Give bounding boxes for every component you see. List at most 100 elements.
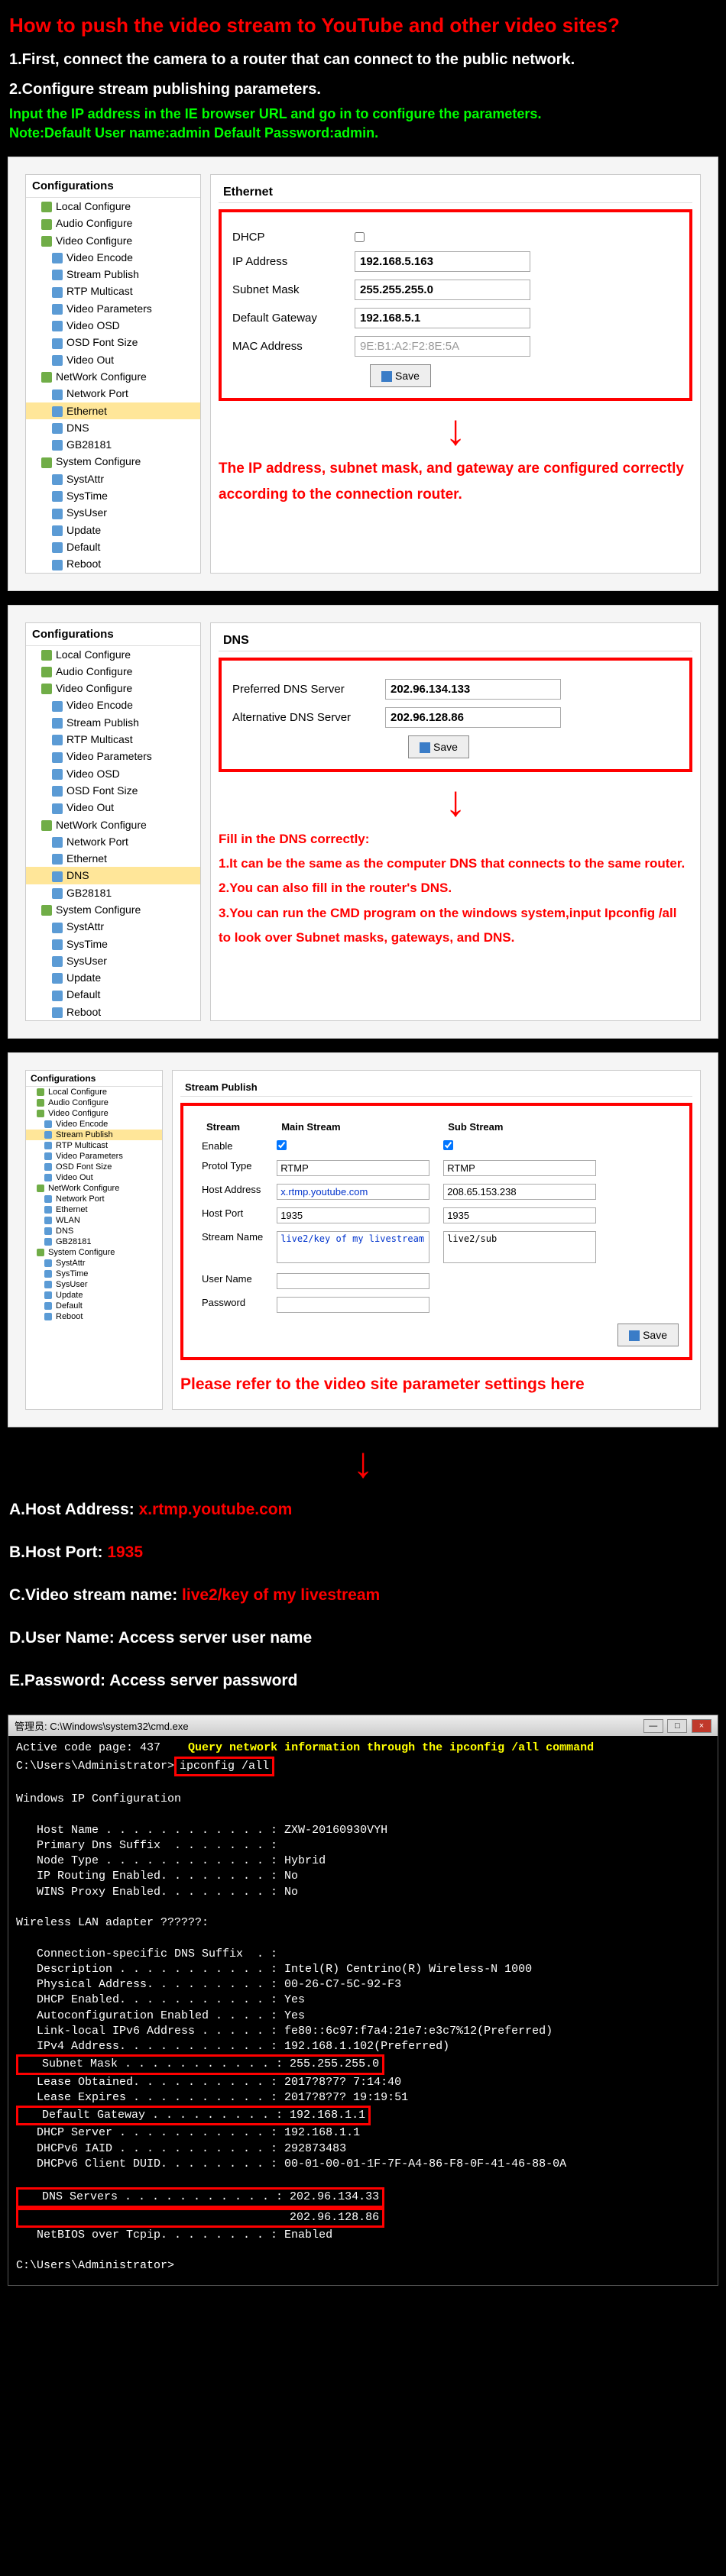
- tree-stream-publish[interactable]: Stream Publish: [26, 714, 200, 731]
- row-sname: Stream Name: [196, 1228, 269, 1269]
- pdns-input[interactable]: [385, 679, 561, 700]
- tree-audio[interactable]: Audio Configure: [26, 215, 200, 231]
- tree-reboot[interactable]: Reboot: [26, 1311, 162, 1322]
- tree-systime[interactable]: SysTime: [26, 1269, 162, 1279]
- tree-network[interactable]: NetWork Configure: [26, 816, 200, 833]
- step-2: 2.Configure stream publishing parameters…: [0, 75, 726, 105]
- tree-video-encode[interactable]: Video Encode: [26, 697, 200, 713]
- tree-local[interactable]: Local Configure: [26, 198, 200, 215]
- dhcp-checkbox[interactable]: [355, 232, 365, 242]
- ethernet-form: Ethernet DHCP IP Address Subnet Mask Def…: [210, 174, 701, 574]
- tree-video-osd[interactable]: Video OSD: [26, 317, 200, 334]
- tree-network[interactable]: NetWork Configure: [26, 368, 200, 385]
- tree-sysuser[interactable]: SysUser: [26, 504, 200, 521]
- stream-publish-form: Stream Publish StreamMain StreamSub Stre…: [172, 1070, 701, 1410]
- tree-video-out[interactable]: Video Out: [26, 351, 200, 368]
- tree-update[interactable]: Update: [26, 1290, 162, 1301]
- enable-sub-checkbox[interactable]: [443, 1140, 453, 1150]
- tree-video-params[interactable]: Video Parameters: [26, 748, 200, 764]
- tree-update[interactable]: Update: [26, 522, 200, 538]
- tree-ethernet[interactable]: Ethernet: [26, 850, 200, 867]
- gateway-input[interactable]: [355, 308, 530, 328]
- tree-network-port[interactable]: Network Port: [26, 833, 200, 850]
- tree-dns[interactable]: DNS: [26, 1226, 162, 1236]
- tree-rtp-multicast[interactable]: RTP Multicast: [26, 283, 200, 299]
- tree-ethernet[interactable]: Ethernet: [26, 402, 200, 419]
- tree-sysuser[interactable]: SysUser: [26, 1279, 162, 1290]
- ip-input[interactable]: [355, 251, 530, 272]
- tree-rtp-multicast[interactable]: RTP Multicast: [26, 1140, 162, 1151]
- tree-gb28181[interactable]: GB28181: [26, 436, 200, 453]
- tree-systime[interactable]: SysTime: [26, 936, 200, 952]
- tree-video[interactable]: Video Configure: [26, 1108, 162, 1119]
- tree-systattr[interactable]: SystAttr: [26, 470, 200, 487]
- tree-osd-font[interactable]: OSD Font Size: [26, 1162, 162, 1172]
- tree-local[interactable]: Local Configure: [26, 646, 200, 663]
- tree-systime[interactable]: SysTime: [26, 487, 200, 504]
- tree-video-out[interactable]: Video Out: [26, 1172, 162, 1183]
- tree-video-osd[interactable]: Video OSD: [26, 765, 200, 782]
- tree-gb28181[interactable]: GB28181: [26, 884, 200, 901]
- pdns-label: Preferred DNS Server: [232, 683, 385, 696]
- tree-video[interactable]: Video Configure: [26, 232, 200, 249]
- adns-input[interactable]: [385, 707, 561, 728]
- tree-local[interactable]: Local Configure: [26, 1087, 162, 1097]
- tree-reboot[interactable]: Reboot: [26, 555, 200, 572]
- tree-audio[interactable]: Audio Configure: [26, 663, 200, 680]
- sname-sub-input[interactable]: live2/sub: [443, 1231, 596, 1263]
- tree-wlan[interactable]: WLAN: [26, 1215, 162, 1226]
- proto-main-input[interactable]: [277, 1160, 429, 1176]
- tree-video-out[interactable]: Video Out: [26, 799, 200, 816]
- tree-default[interactable]: Default: [26, 538, 200, 555]
- tree-update[interactable]: Update: [26, 969, 200, 986]
- tree-default[interactable]: Default: [26, 1301, 162, 1311]
- hport-sub-input[interactable]: [443, 1207, 596, 1223]
- row-pwd: Password: [196, 1294, 269, 1316]
- tree-osd-font[interactable]: OSD Font Size: [26, 334, 200, 351]
- tree-system[interactable]: System Configure: [26, 1247, 162, 1258]
- tree-sysuser[interactable]: SysUser: [26, 952, 200, 969]
- tree-stream-publish[interactable]: Stream Publish: [26, 1130, 162, 1140]
- col-sub: Sub Stream: [437, 1118, 602, 1136]
- pwd-main-input[interactable]: [277, 1297, 429, 1313]
- tree-video[interactable]: Video Configure: [26, 680, 200, 697]
- subnet-input[interactable]: [355, 280, 530, 300]
- tree-stream-publish[interactable]: Stream Publish: [26, 266, 200, 283]
- tree-gb28181[interactable]: GB28181: [26, 1236, 162, 1247]
- tree-reboot[interactable]: Reboot: [26, 1004, 200, 1020]
- tree-network-port[interactable]: Network Port: [26, 1194, 162, 1204]
- ethernet-title: Ethernet: [219, 183, 692, 203]
- tree-video-encode[interactable]: Video Encode: [26, 1119, 162, 1130]
- tree-dns[interactable]: DNS: [26, 867, 200, 884]
- uname-main-input[interactable]: [277, 1273, 429, 1289]
- tree-system[interactable]: System Configure: [26, 453, 200, 470]
- tree-ethernet[interactable]: Ethernet: [26, 1204, 162, 1215]
- close-icon[interactable]: ×: [692, 1719, 711, 1733]
- tree-video-encode[interactable]: Video Encode: [26, 249, 200, 266]
- tree-system[interactable]: System Configure: [26, 901, 200, 918]
- tree-rtp-multicast[interactable]: RTP Multicast: [26, 731, 200, 748]
- proto-sub-input[interactable]: [443, 1160, 596, 1176]
- hport-main-input[interactable]: [277, 1207, 429, 1223]
- save-button[interactable]: Save: [617, 1324, 679, 1346]
- tree-default[interactable]: Default: [26, 986, 200, 1003]
- tree-network[interactable]: NetWork Configure: [26, 1183, 162, 1194]
- haddr-sub-input[interactable]: [443, 1184, 596, 1200]
- tree-systattr[interactable]: SystAttr: [26, 918, 200, 935]
- tree-osd-font[interactable]: OSD Font Size: [26, 782, 200, 799]
- sname-main-input[interactable]: live2/key of my livestream: [277, 1231, 429, 1263]
- cmd-titlebar: 管理员: C:\Windows\system32\cmd.exe — □ ×: [8, 1715, 718, 1736]
- tree-video-params[interactable]: Video Parameters: [26, 300, 200, 317]
- cmd-note: Query network information through the ip…: [188, 1741, 594, 1754]
- enable-main-checkbox[interactable]: [277, 1140, 287, 1150]
- save-button[interactable]: Save: [370, 364, 431, 387]
- tree-video-params[interactable]: Video Parameters: [26, 1151, 162, 1162]
- tree-systattr[interactable]: SystAttr: [26, 1258, 162, 1269]
- tree-dns[interactable]: DNS: [26, 419, 200, 436]
- tree-audio[interactable]: Audio Configure: [26, 1097, 162, 1108]
- tree-network-port[interactable]: Network Port: [26, 385, 200, 402]
- haddr-main-input[interactable]: [277, 1184, 429, 1200]
- minimize-icon[interactable]: —: [643, 1719, 663, 1733]
- save-button[interactable]: Save: [408, 735, 469, 758]
- maximize-icon[interactable]: □: [667, 1719, 687, 1733]
